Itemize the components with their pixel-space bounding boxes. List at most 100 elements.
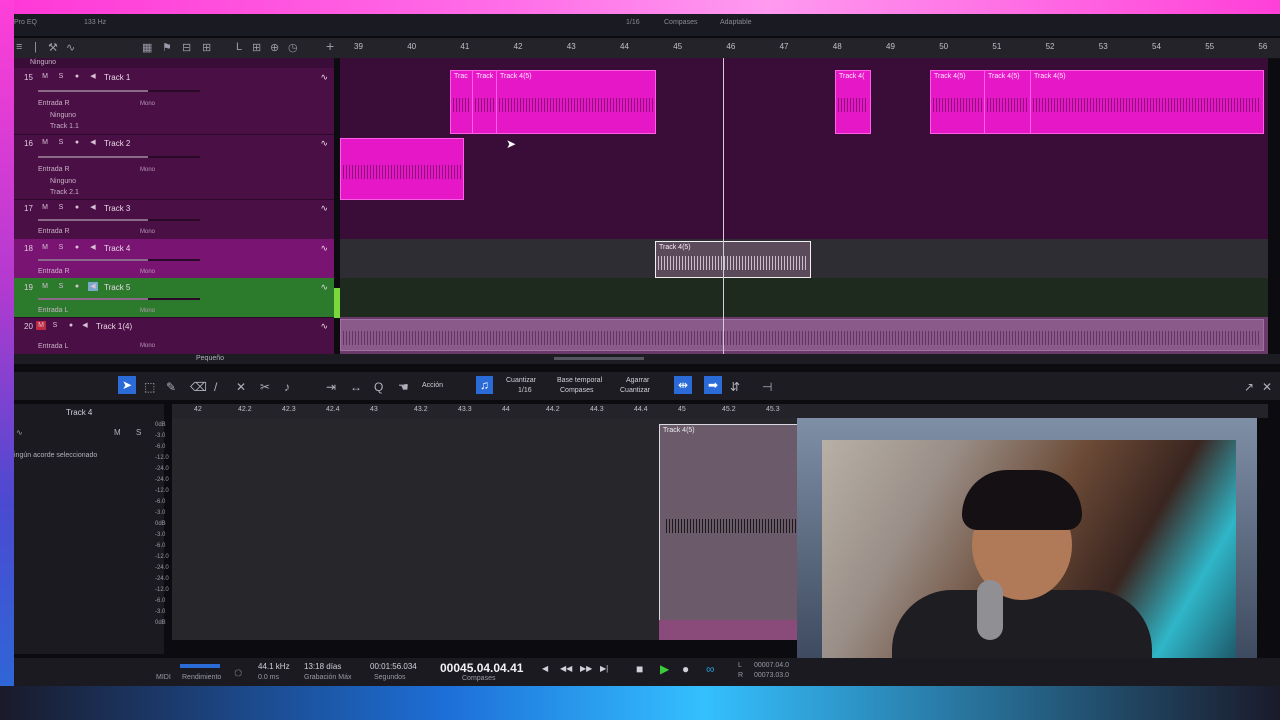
editor-mute-button[interactable]: M [114,428,121,437]
loop-toggle-icon[interactable]: ∞ [706,662,715,676]
options-icon[interactable]: ⊞ [202,41,211,54]
track-header-15[interactable]: 15 M S ● ◀ Track 1 ∿ Entrada R Mono Ning… [14,68,334,135]
split-tool-icon[interactable]: ✂ [260,380,270,394]
editor-ruler[interactable]: 42 42.2 42.3 42.4 43 43.2 43.3 44 44.2 44.3 44.4 45… [172,404,1268,418]
close-icon[interactable]: ✕ [1262,380,1272,394]
monitor-icon[interactable]: ◀ [80,321,90,330]
mute-button[interactable]: M [40,282,50,291]
inspector-icon[interactable]: | [34,41,37,53]
input-selector[interactable]: Entrada L [38,307,68,314]
layer-selector[interactable]: Track 1.1 [50,123,79,130]
flag-icon[interactable]: ⚑ [162,41,172,54]
input-selector[interactable]: Entrada R [38,228,70,235]
rewind-icon[interactable]: ◀◀ [560,664,572,673]
pencil-tool-icon[interactable]: ✎ [166,380,176,394]
group-selector[interactable]: Ninguno [50,178,76,185]
add-track-icon[interactable]: + [326,38,334,54]
track-header-20[interactable]: 20 M S ● ◀ Track 1(4) ∿ Entrada L Mono [14,317,334,354]
track-header-19[interactable]: 19 M S ● ◀ Track 5 ∿ Entrada L Mono [14,278,334,318]
seconds-counter[interactable]: 00:01:56.034 [370,662,417,671]
solo-button[interactable]: S [50,321,60,330]
input-selector[interactable]: Entrada R [38,268,70,275]
record-icon[interactable]: ● [66,321,76,330]
waveform-icon[interactable]: ∿ [320,203,328,214]
track-name[interactable]: Track 1(4) [96,322,132,331]
track-name[interactable]: Track 2 [104,139,130,148]
quantize-readout[interactable]: 1/16 [626,19,640,26]
snap-readout[interactable]: Adaptable [720,19,752,26]
right-locator[interactable]: 00073.03.0 [754,672,789,679]
audio-clip[interactable]: Track 4(5) [496,70,656,134]
left-locator[interactable]: 00007.04.0 [754,662,789,669]
editor-solo-button[interactable]: S [136,428,141,437]
mute-button[interactable]: M [40,243,50,252]
snap-select[interactable]: Cuantizar [620,387,650,394]
timebase-readout[interactable]: Compases [664,19,697,26]
waveform-icon[interactable]: ∿ [320,138,328,149]
monitor-icon[interactable]: ◀ [88,72,98,81]
arrow-tool-icon[interactable]: ➤ [118,376,137,394]
quantize-icon[interactable]: ♫ [476,376,493,394]
forward-icon[interactable]: ▶▶ [580,664,592,673]
record-button-icon[interactable]: ● [682,662,689,676]
record-icon[interactable]: ● [72,243,82,252]
bars-counter[interactable]: 00045.04.04.41 [440,661,523,675]
track-name[interactable]: Track 4 [104,244,130,253]
zoom-tool-icon[interactable]: Q [374,380,383,394]
volume-fader[interactable] [38,259,200,261]
layer-selector[interactable]: Track 2.1 [50,189,79,196]
split-view-icon[interactable]: ⊣ [762,380,772,394]
play-icon[interactable]: ▶ [660,662,669,676]
arrangement-view[interactable]: Trac Track Track 4(5) Track 4( Track 4(5… [340,58,1268,354]
track-header-17[interactable]: 17 M S ● ◀ Track 3 ∿ Entrada R Mono [14,199,334,240]
timebase-select[interactable]: Compases [560,387,593,394]
quantize-select[interactable]: 1/16 [518,387,532,394]
volume-fader[interactable] [38,156,200,158]
group-label[interactable]: Ninguno [30,59,56,66]
audio-clip-selected[interactable]: Track 4(5) [655,241,811,278]
record-icon[interactable]: ● [72,282,82,291]
record-icon[interactable]: ● [72,138,82,147]
waveform-icon[interactable]: ∿ [320,243,328,254]
zoom-label[interactable]: Pequeño [196,355,224,362]
tools-icon[interactable]: ⚒ [48,41,58,54]
clock-icon[interactable]: ◷ [288,41,298,54]
mute-button[interactable]: M [36,321,46,330]
track-name[interactable]: Track 1 [104,73,130,82]
menu-icon[interactable]: ≡ [16,41,22,53]
track-name[interactable]: Track 5 [104,283,130,292]
group-selector[interactable]: Ninguno [50,112,76,119]
listen-tool-icon[interactable]: ♪ [284,380,290,394]
fx-icon[interactable]: ⊕ [270,41,279,54]
audio-clip-muted[interactable] [340,319,1264,351]
track-name[interactable]: Track 3 [104,204,130,213]
record-icon[interactable]: ● [72,203,82,212]
editor-track-name[interactable]: Track 4 [66,408,92,417]
timeline-ruler[interactable]: 39 40 41 42 43 44 45 46 47 48 49 50 51 52 53 54 55 56 [340,38,1270,58]
track-header-16[interactable]: 16 M S ● ◀ Track 2 ∿ Entrada R Mono Ning… [14,134,334,200]
monitor-icon[interactable]: ◀ [88,203,98,212]
paint-tool-icon[interactable]: / [214,380,217,394]
mute-button[interactable]: M [40,72,50,81]
follow-icon[interactable]: ➡ [704,376,723,394]
automation-icon[interactable]: ∿ [66,41,75,54]
audio-clip[interactable]: Track 4(5) [930,70,986,134]
mute-button[interactable]: M [40,203,50,212]
audio-clip[interactable]: Track [472,70,498,134]
plugin-name[interactable]: Pro EQ [14,19,37,26]
monitor-icon[interactable]: ◀ [88,243,98,252]
audio-clip[interactable]: Track 4( [835,70,871,134]
audio-clip[interactable]: Trac [450,70,474,134]
range-tool-icon[interactable]: ⬚ [144,380,155,394]
volume-fader[interactable] [38,298,200,300]
editor-audio-clip[interactable]: Track 4(5) [659,424,797,622]
solo-button[interactable]: S [56,203,66,212]
waveform-icon[interactable]: ∿ [320,321,328,332]
stop-icon[interactable]: ■ [636,662,643,676]
input-selector[interactable]: Entrada R [38,166,70,173]
input-selector[interactable]: Entrada R [38,100,70,107]
solo-button[interactable]: S [56,282,66,291]
hand-icon[interactable]: ☚ [398,380,409,394]
audio-clip[interactable]: Track 4(5) [984,70,1032,134]
mute-tool-icon[interactable]: ✕ [236,380,246,394]
